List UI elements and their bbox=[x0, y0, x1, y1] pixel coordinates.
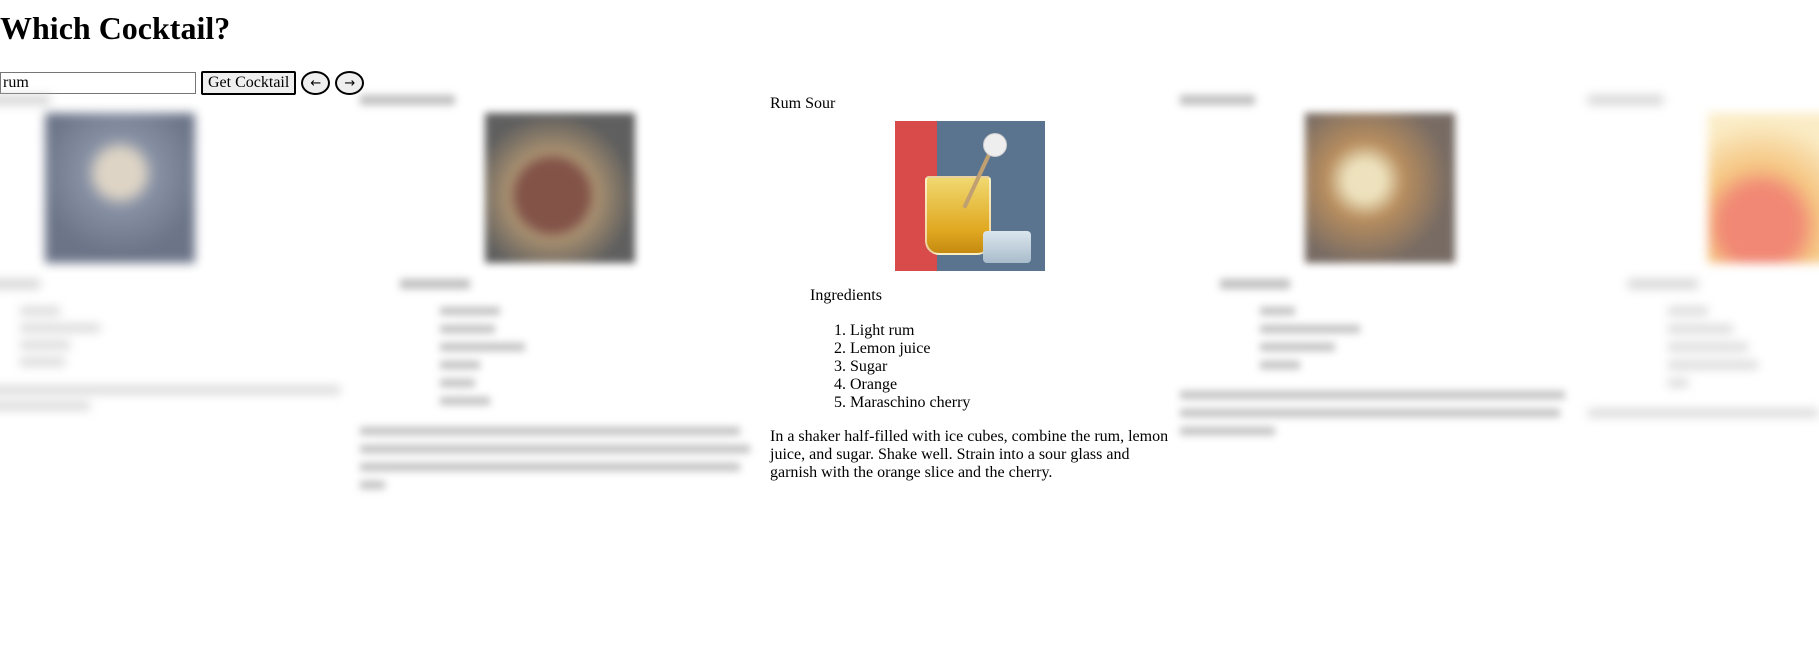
blurred-instructions bbox=[360, 427, 740, 435]
garnish-icon bbox=[983, 133, 1007, 157]
blurred-ingredients-heading bbox=[1220, 279, 1290, 289]
blurred-instructions bbox=[1588, 409, 1818, 417]
blurred-ingredients-heading bbox=[1628, 279, 1698, 289]
ingredients-heading: Ingredients bbox=[810, 287, 882, 304]
ingredient-list: Light rum Lemon juice Sugar Orange Maras… bbox=[770, 322, 1170, 412]
blurred-ingredient-list bbox=[20, 307, 320, 366]
blurred-name bbox=[0, 95, 50, 105]
cocktail-card-blurred bbox=[360, 95, 760, 489]
previous-button[interactable]: ← bbox=[301, 71, 331, 95]
next-button[interactable]: → bbox=[335, 71, 365, 95]
blurred-ingredient-list bbox=[1668, 307, 1819, 387]
cocktail-photo-icon bbox=[1708, 113, 1819, 263]
blurred-name bbox=[360, 95, 455, 105]
blurred-instructions bbox=[0, 386, 340, 394]
blurred-ingredient-list bbox=[1260, 307, 1580, 369]
cocktail-carousel: Rum Sour Ingredients Light rum Lemon jui… bbox=[0, 95, 1819, 668]
rum-sour-photo-icon bbox=[895, 121, 1045, 271]
cocktail-photo-icon bbox=[45, 113, 195, 263]
cocktail-card-blurred bbox=[1588, 95, 1819, 417]
ingredient-item: Light rum bbox=[850, 322, 1170, 340]
ingredient-item: Orange bbox=[850, 376, 1170, 394]
blurred-ingredient-list bbox=[440, 307, 760, 405]
blurred-name bbox=[1588, 95, 1663, 105]
cocktail-photo-icon bbox=[1305, 113, 1455, 263]
ingredient-item: Sugar bbox=[850, 358, 1170, 376]
cocktail-card-current: Rum Sour Ingredients Light rum Lemon jui… bbox=[770, 95, 1170, 482]
cocktail-card-blurred bbox=[1180, 95, 1580, 435]
page-title: Which Cocktail? bbox=[0, 10, 231, 46]
cocktail-photo-icon bbox=[485, 113, 635, 263]
blurred-ingredients-heading bbox=[400, 279, 470, 289]
get-cocktail-button[interactable]: Get Cocktail bbox=[201, 71, 297, 95]
blurred-name bbox=[1180, 95, 1255, 105]
cocktail-name: Rum Sour bbox=[770, 95, 836, 112]
ingredient-item: Maraschino cherry bbox=[850, 394, 1170, 412]
search-controls: Get Cocktail ← → bbox=[0, 71, 365, 95]
instructions-text: In a shaker half-filled with ice cubes, … bbox=[770, 428, 1169, 481]
cocktail-card-blurred bbox=[0, 95, 340, 410]
blurred-ingredients-heading bbox=[0, 279, 40, 289]
ingredient-item: Lemon juice bbox=[850, 340, 1170, 358]
blurred-instructions bbox=[1180, 391, 1565, 399]
search-input[interactable] bbox=[0, 72, 196, 94]
